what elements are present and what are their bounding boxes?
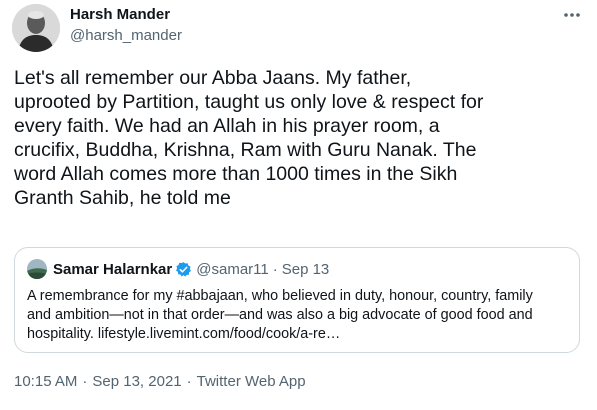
quoted-tweet-header: Samar Halarnkar @samar11 · Sep 13 (27, 259, 329, 279)
tweet-source[interactable]: Twitter Web App (197, 373, 306, 390)
quoted-date[interactable]: Sep 13 (282, 261, 330, 278)
tweet-card: Harsh Mander @harsh_mander Let's all rem… (0, 0, 597, 410)
author-avatar-image (12, 4, 60, 52)
tweet-timestamp-date[interactable]: Sep 13, 2021 (92, 373, 181, 390)
tweet-timestamp-time[interactable]: 10:15 AM (14, 373, 77, 390)
quoted-author-avatar-image (27, 259, 47, 279)
meta-separator: · (186, 373, 192, 390)
quoted-author-name[interactable]: Samar Halarnkar (53, 261, 172, 278)
author-handle[interactable]: @harsh_mander (70, 27, 182, 44)
quoted-author-handle: @samar11 (196, 260, 269, 278)
quoted-separator: · (272, 260, 278, 278)
tweet-meta: 10:15 AM · Sep 13, 2021 · Twitter Web Ap… (14, 373, 306, 390)
meta-separator: · (82, 373, 88, 390)
quoted-tweet-text: A remembrance for my #abbajaan, who beli… (27, 288, 533, 342)
quoted-tweet[interactable]: Samar Halarnkar @samar11 · Sep 13 A reme… (14, 247, 580, 353)
more-options-icon (564, 13, 580, 17)
tweet-text: Let's all remember our Abba Jaans. My fa… (14, 67, 484, 209)
verified-badge-icon (175, 261, 192, 278)
author-name[interactable]: Harsh Mander (70, 6, 170, 23)
author-avatar[interactable] (12, 4, 60, 52)
more-options-button[interactable] (558, 4, 586, 26)
quoted-author-avatar[interactable] (27, 259, 47, 279)
